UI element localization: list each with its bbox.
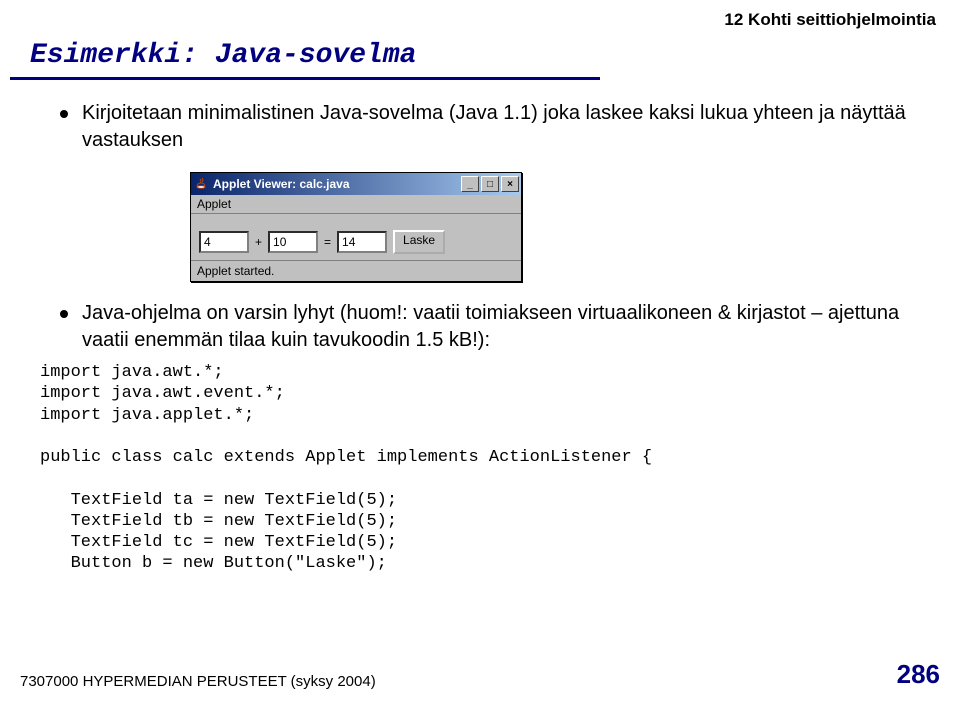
- code-line-4: public class calc extends Applet impleme…: [40, 448, 652, 467]
- code-line-6: TextField tb = new TextField(5);: [40, 512, 397, 531]
- page-footer: 7307000 HYPERMEDIAN PERUSTEET (syksy 200…: [20, 659, 940, 690]
- code-line-8: Button b = new Button("Laske");: [40, 554, 387, 573]
- close-button[interactable]: ×: [501, 176, 519, 192]
- plus-label: +: [255, 235, 262, 249]
- laske-button[interactable]: Laske: [393, 230, 445, 254]
- field-a[interactable]: 4: [199, 231, 249, 253]
- bullet-2-text: Java-ohjelma on varsin lyhyt (huom!: vaa…: [82, 300, 920, 354]
- java-icon: [195, 177, 209, 191]
- minimize-button[interactable]: _: [461, 176, 479, 192]
- bullet-1-text: Kirjoitetaan minimalistinen Java-sovelma…: [82, 100, 920, 154]
- code-line-1: import java.awt.*;: [40, 363, 224, 382]
- code-line-2: import java.awt.event.*;: [40, 384, 285, 403]
- bullet-dot-icon: [60, 110, 68, 118]
- bullet-dot-icon: [60, 310, 68, 318]
- code-line-5: TextField ta = new TextField(5);: [40, 491, 397, 510]
- code-line-7: TextField tc = new TextField(5);: [40, 533, 397, 552]
- maximize-button[interactable]: □: [481, 176, 499, 192]
- window-menubar[interactable]: Applet: [191, 195, 521, 214]
- content-area: Kirjoitetaan minimalistinen Java-sovelma…: [0, 80, 960, 575]
- footer-course: 7307000 HYPERMEDIAN PERUSTEET (syksy 200…: [20, 673, 376, 690]
- applet-window: Applet Viewer: calc.java _ □ × Applet 4 …: [190, 172, 522, 282]
- page-title: Esimerkki: Java-sovelma: [10, 0, 600, 80]
- equals-label: =: [324, 235, 331, 249]
- field-b[interactable]: 10: [268, 231, 318, 253]
- page-number: 286: [897, 659, 940, 690]
- applet-body: 4 + 10 = 14 Laske: [191, 214, 521, 260]
- chapter-header: 12 Kohti seittiohjelmointia: [724, 10, 936, 30]
- window-titlebar: Applet Viewer: calc.java _ □ ×: [191, 173, 521, 195]
- window-title: Applet Viewer: calc.java: [213, 177, 459, 191]
- code-line-3: import java.applet.*;: [40, 406, 254, 425]
- field-c[interactable]: 14: [337, 231, 387, 253]
- code-block: import java.awt.*; import java.awt.event…: [40, 362, 920, 575]
- bullet-2: Java-ohjelma on varsin lyhyt (huom!: vaa…: [60, 300, 920, 354]
- bullet-1: Kirjoitetaan minimalistinen Java-sovelma…: [60, 100, 920, 154]
- applet-status: Applet started.: [191, 260, 521, 281]
